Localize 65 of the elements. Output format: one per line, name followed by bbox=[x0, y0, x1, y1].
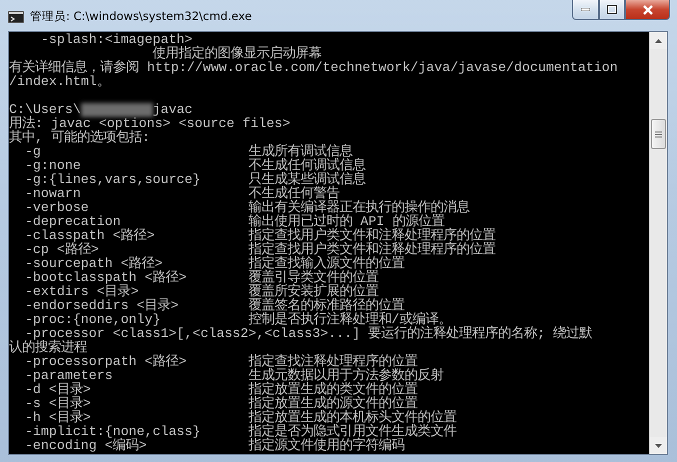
option-description: 指定是否为隐式引用文件生成类文件 bbox=[248, 425, 456, 439]
option-name: -implicit:{none,class} bbox=[24, 425, 202, 439]
option-description: 覆盖引导类文件的位置 bbox=[248, 271, 378, 285]
console-text: 其中, 可能的选项包括: bbox=[9, 131, 150, 145]
option-name: -sourcepath <路径> bbox=[24, 257, 163, 271]
option-name: -g:{lines,vars,source} bbox=[24, 173, 202, 187]
option-name: -g:none bbox=[24, 159, 82, 173]
option-name: -endorseddirs <目录> bbox=[24, 299, 180, 313]
option-description: 指定放置生成的类文件的位置 bbox=[248, 383, 418, 397]
option-description: 要运行的注释处理程序的名称; 绕过默 bbox=[368, 327, 592, 341]
option-description: 生成元数据以用于方法参数的反射 bbox=[248, 369, 444, 383]
console-icon bbox=[8, 10, 24, 22]
option-description: 不生成任何警告 bbox=[248, 187, 340, 201]
prompt-path: C:\Users\ bbox=[9, 103, 81, 117]
option-name: -s <目录> bbox=[24, 397, 92, 411]
option-description: 覆盖签名的标准路径的位置 bbox=[248, 299, 404, 313]
option-description: 控制是否执行注释处理和/或编译。 bbox=[248, 313, 452, 327]
scroll-down-button[interactable] bbox=[650, 437, 667, 454]
console-text: 认的搜索进程 bbox=[9, 341, 87, 355]
option-description: 指定放置生成的源文件的位置 bbox=[248, 397, 418, 411]
down-arrow-icon bbox=[655, 444, 662, 448]
option-description: 只生成某些调试信息 bbox=[248, 173, 366, 187]
option-name: -classpath <路径> bbox=[24, 229, 156, 243]
window-title: 管理员: C:\windows\system32\cmd.exe bbox=[30, 9, 252, 24]
option-description: 不生成任何调试信息 bbox=[248, 159, 366, 173]
option-description: 指定查找输入源文件的位置 bbox=[248, 257, 404, 271]
option-name: -processorpath <路径> bbox=[24, 355, 188, 369]
console-text: 有关详细信息，请参阅 http://www.oracle.com/technetwork/java/javase/documentation bbox=[9, 61, 618, 75]
option-description: 输出有关编译器正在执行的操作的消息 bbox=[248, 201, 470, 215]
close-button[interactable] bbox=[625, 0, 670, 20]
option-name: -cp <路径> bbox=[24, 243, 100, 257]
option-name: -extdirs <目录> bbox=[24, 285, 140, 299]
option-description: 输出使用已过时的 API 的源位置 bbox=[248, 215, 444, 229]
option-name: -parameters bbox=[24, 369, 114, 383]
console-text: 使用指定的图像显示启动屏幕 bbox=[152, 47, 322, 61]
console-text: 用法: javac <options> <source files> bbox=[9, 117, 290, 131]
option-description: 指定查找用户类文件和注释处理程序的位置 bbox=[248, 229, 496, 243]
option-name: -deprecation bbox=[24, 215, 121, 229]
close-icon bbox=[642, 4, 654, 14]
option-name: -encoding <编码> bbox=[24, 439, 147, 453]
option-description: 指定查找用户类文件和注释处理程序的位置 bbox=[248, 243, 496, 257]
up-arrow-icon bbox=[655, 38, 662, 42]
option-name: -proc:{none,only} bbox=[24, 313, 162, 327]
minimize-icon bbox=[581, 8, 590, 11]
option-description: 生成所有调试信息 bbox=[248, 145, 352, 159]
option-description: 覆盖所安装扩展的位置 bbox=[248, 285, 378, 299]
scroll-thumb[interactable] bbox=[651, 119, 666, 149]
option-name: -processor <class1>[,<class2>,<class3>...] bbox=[24, 327, 360, 341]
option-description: 指定放置生成的本机标头文件的位置 bbox=[248, 411, 456, 425]
option-name: -bootclasspath <路径> bbox=[24, 271, 188, 285]
option-description: 指定源文件使用的字符编码 bbox=[248, 439, 404, 453]
option-name: -d <目录> bbox=[24, 383, 92, 397]
console-text: /index.html。 bbox=[9, 75, 110, 89]
maximize-button[interactable] bbox=[599, 0, 625, 20]
console-text: -splash:<imagepath> bbox=[40, 33, 193, 47]
option-name: -verbose bbox=[24, 201, 90, 215]
minimize-button[interactable] bbox=[572, 0, 599, 20]
command-text: javac bbox=[152, 103, 193, 117]
maximize-icon bbox=[607, 5, 617, 14]
option-name: -h <目录> bbox=[24, 411, 92, 425]
grip-icon bbox=[655, 130, 662, 138]
option-name: -g bbox=[24, 145, 42, 159]
option-description: 指定查找注释处理程序的位置 bbox=[248, 355, 418, 369]
scroll-up-button[interactable] bbox=[650, 32, 667, 49]
option-name: -nowarn bbox=[24, 187, 82, 201]
